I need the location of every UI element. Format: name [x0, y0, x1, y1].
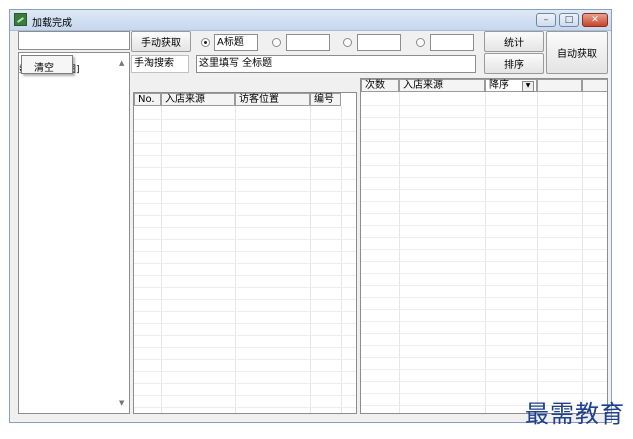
grid-row-line [361, 105, 607, 106]
grid-row-line [361, 297, 607, 298]
grid-row-line [361, 189, 607, 190]
column-header[interactable]: 入店来源 [399, 79, 485, 92]
grid-row-line [361, 225, 607, 226]
window-title: 加载完成 [32, 18, 72, 29]
grid-row-line [361, 213, 607, 214]
grid-row-line [361, 129, 607, 130]
grid-line [310, 106, 311, 413]
grid-row-line [134, 359, 356, 360]
grid-row-line [134, 143, 356, 144]
grid-row-line [134, 239, 356, 240]
left-input[interactable] [18, 31, 130, 50]
grid-row-line [361, 201, 607, 202]
grid-row-line [361, 141, 607, 142]
title-input[interactable]: 这里填写 全标题 [196, 55, 476, 73]
scroll-down-icon[interactable]: ▼ [119, 399, 124, 407]
app-icon [14, 13, 27, 26]
column-header[interactable] [582, 79, 607, 92]
grid-row-line [361, 285, 607, 286]
radio-option-2[interactable] [272, 38, 281, 47]
watermark: 最需教育 [525, 400, 625, 428]
grid-row-line [134, 299, 356, 300]
grid-row-line [361, 321, 607, 322]
grid-row-line [134, 383, 356, 384]
radio-a-title-field[interactable]: A标题 [214, 34, 258, 51]
manual-fetch-button[interactable]: 手动获取 [131, 31, 191, 52]
grid-row-line [134, 347, 356, 348]
context-menu: 清空 [21, 55, 73, 74]
scroll-up-icon[interactable]: ▲ [119, 59, 124, 67]
grid-row-line [134, 335, 356, 336]
column-header[interactable]: 编号 [310, 93, 341, 106]
grid-row-line [134, 323, 356, 324]
column-header[interactable]: 次数 [361, 79, 399, 92]
grid-row-line [361, 165, 607, 166]
radio-option-3[interactable] [343, 38, 352, 47]
maximize-button[interactable]: □ [559, 13, 579, 27]
column-header[interactable] [537, 79, 582, 92]
column-header[interactable]: 入店来源 [161, 93, 235, 106]
grid-row-line [134, 191, 356, 192]
grid-row-line [361, 249, 607, 250]
grid-row-line [134, 131, 356, 132]
grid-row-line [361, 345, 607, 346]
radio-option-2-field[interactable] [286, 34, 330, 51]
column-header[interactable]: No. [134, 93, 161, 106]
grid-row-line [134, 155, 356, 156]
stats-button[interactable]: 统计 [484, 31, 544, 52]
sort-button[interactable]: 排序 [484, 53, 544, 74]
grid-row-line [134, 311, 356, 312]
grid-row-line [134, 227, 356, 228]
grid-row-line [134, 251, 356, 252]
app-window: 加载完成 – □ ✕ 数据 图] 清空 ▲ ▼ 手动获取 手淘搜索 这里填写 全… [9, 9, 612, 423]
left-table[interactable]: No. 入店来源 访客位置 编号 [133, 92, 357, 414]
radio-option-4-field[interactable] [430, 34, 474, 51]
grid-row-line [134, 167, 356, 168]
grid-row-line [361, 357, 607, 358]
radio-option-4[interactable] [416, 38, 425, 47]
grid-row-line [361, 333, 607, 334]
grid-row-line [361, 273, 607, 274]
grid-row-line [134, 275, 356, 276]
grid-row-line [134, 395, 356, 396]
radio-option-3-field[interactable] [357, 34, 401, 51]
minimize-button[interactable]: – [536, 13, 556, 27]
title-bar: 加载完成 – □ ✕ [10, 10, 611, 31]
grid-row-line [361, 153, 607, 154]
right-table[interactable]: 次数 入店来源 降序 ▼ [360, 78, 608, 414]
grid-line [341, 106, 342, 413]
clear-menu-item[interactable]: 清空 [34, 59, 54, 74]
grid-row-line [134, 263, 356, 264]
grid-row-line [361, 381, 607, 382]
grid-row-line [134, 203, 356, 204]
left-list[interactable]: 数据 图] 清空 ▲ ▼ [18, 52, 130, 414]
close-button[interactable]: ✕ [582, 13, 608, 27]
column-header[interactable]: 访客位置 [235, 93, 310, 106]
grid-row-line [134, 215, 356, 216]
sort-order-select[interactable]: 降序 ▼ [485, 79, 537, 92]
grid-row-line [361, 177, 607, 178]
grid-row-line [361, 309, 607, 310]
grid-row-line [361, 237, 607, 238]
grid-row-line [361, 261, 607, 262]
manual-search-field[interactable]: 手淘搜索 [131, 55, 189, 73]
auto-fetch-button[interactable]: 自动获取 [546, 31, 608, 74]
radio-a-title[interactable] [201, 38, 210, 47]
grid-row-line [134, 179, 356, 180]
grid-row-line [134, 407, 356, 408]
grid-row-line [134, 287, 356, 288]
grid-row-line [361, 369, 607, 370]
grid-row-line [134, 119, 356, 120]
grid-row-line [134, 371, 356, 372]
grid-line [235, 106, 236, 413]
sort-order-value: 降序 [489, 80, 509, 91]
grid-row-line [361, 117, 607, 118]
chevron-down-icon[interactable]: ▼ [522, 81, 534, 92]
grid-line [161, 106, 162, 413]
